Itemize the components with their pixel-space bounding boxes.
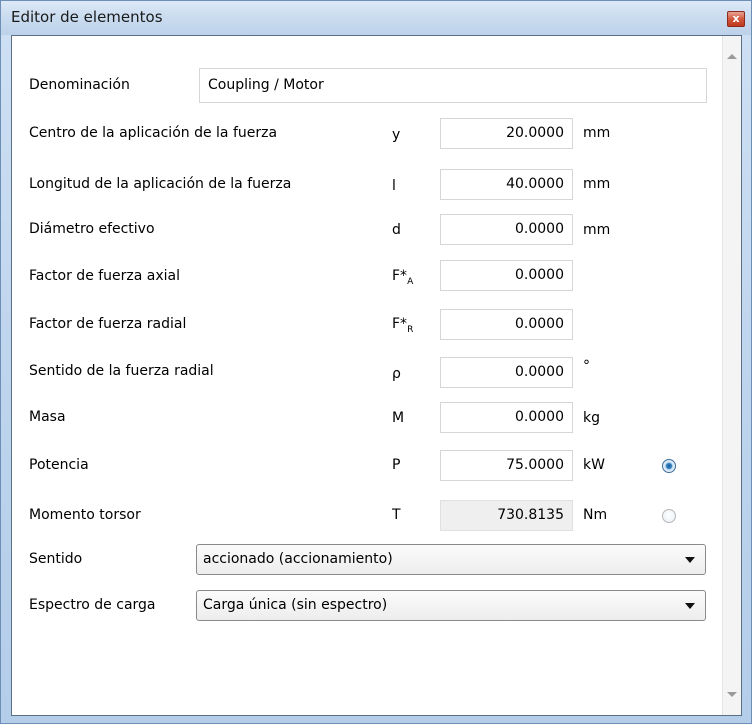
factor-axial-symbol: F*A (392, 268, 414, 287)
vertical-scrollbar[interactable] (722, 36, 741, 715)
chevron-down-icon (685, 557, 695, 563)
form-content: Denominación Coupling / Motor Centro de … (12, 36, 723, 715)
masa-symbol: M (392, 410, 405, 426)
diametro-unit: mm (583, 222, 611, 238)
centro-label: Centro de la aplicación de la fuerza (29, 125, 278, 141)
potencia-symbol: P (392, 457, 401, 473)
masa-input[interactable]: 0.0000 (440, 402, 573, 433)
centro-input[interactable]: 20.0000 (440, 118, 573, 149)
longitud-label: Longitud de la aplicación de la fuerza (29, 176, 292, 192)
sentido-label: Sentido (29, 551, 83, 567)
longitud-symbol: l (392, 178, 396, 194)
longitud-input[interactable]: 40.0000 (440, 169, 573, 200)
espectro-select[interactable]: Carga única (sin espectro) (196, 590, 706, 621)
diametro-symbol: d (392, 222, 401, 238)
factor-radial-label: Factor de fuerza radial (29, 316, 187, 332)
longitud-unit: mm (583, 176, 611, 192)
sentido-fuerza-symbol: ρ (392, 366, 401, 382)
espectro-selected: Carga única (sin espectro) (203, 597, 388, 613)
potencia-input[interactable]: 75.0000 (440, 450, 573, 481)
potencia-unit: kW (583, 457, 605, 473)
diametro-input[interactable]: 0.0000 (440, 214, 573, 245)
factor-axial-input[interactable]: 0.0000 (440, 260, 573, 291)
momento-symbol: T (392, 507, 401, 523)
momento-input: 730.8135 (440, 500, 573, 531)
espectro-label: Espectro de carga (29, 597, 156, 613)
editor-panel: Denominación Coupling / Motor Centro de … (11, 35, 742, 716)
factor-radial-input[interactable]: 0.0000 (440, 309, 573, 340)
momento-label: Momento torsor (29, 507, 141, 523)
centro-symbol: y (392, 127, 401, 143)
sentido-selected: accionado (accionamiento) (203, 551, 393, 567)
potencia-radio[interactable] (662, 459, 676, 473)
denominacion-input[interactable]: Coupling / Motor (199, 68, 707, 103)
close-button[interactable]: x (727, 11, 745, 27)
momento-radio[interactable] (662, 509, 676, 523)
factor-radial-symbol: F*R (392, 316, 414, 335)
title-bar: Editor de elementos x (1, 1, 751, 35)
sentido-fuerza-input[interactable]: 0.0000 (440, 357, 573, 388)
denominacion-label: Denominación (29, 77, 130, 93)
scroll-up-icon[interactable] (727, 54, 737, 59)
editor-window: Editor de elementos x Denominación Coupl… (0, 0, 752, 724)
potencia-label: Potencia (29, 457, 89, 473)
chevron-down-icon (685, 603, 695, 609)
sentido-select[interactable]: accionado (accionamiento) (196, 544, 706, 575)
factor-axial-label: Factor de fuerza axial (29, 268, 181, 284)
centro-unit: mm (583, 125, 611, 141)
diametro-label: Diámetro efectivo (29, 221, 155, 237)
sentido-fuerza-label: Sentido de la fuerza radial (29, 363, 214, 379)
sentido-fuerza-unit: ° (583, 358, 590, 374)
scroll-down-icon[interactable] (727, 692, 737, 697)
momento-unit: Nm (583, 507, 608, 523)
masa-label: Masa (29, 409, 66, 425)
close-icon: x (732, 12, 740, 25)
masa-unit: kg (583, 410, 600, 426)
window-title: Editor de elementos (11, 8, 163, 26)
